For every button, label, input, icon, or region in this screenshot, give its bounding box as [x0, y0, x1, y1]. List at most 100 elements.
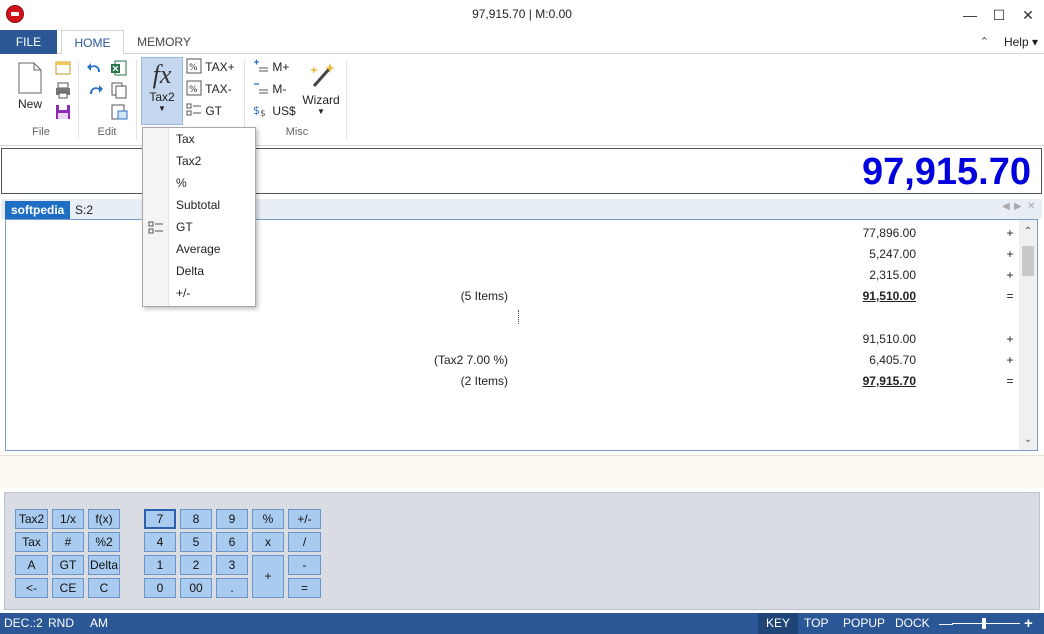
menu-item-gt[interactable]: GT [143, 216, 255, 238]
zoom-slider-thumb[interactable] [982, 618, 986, 629]
tape-note: (5 Items) [460, 289, 508, 303]
undo-icon[interactable] [86, 59, 104, 77]
currency-button[interactable]: $ $ US$ [253, 101, 296, 121]
key-function[interactable]: f(x) [88, 509, 120, 529]
close-icon[interactable]: ✕ [1013, 4, 1043, 26]
key-8[interactable]: 8 [180, 509, 212, 529]
key-a[interactable]: A [15, 555, 48, 575]
key-0[interactable]: 0 [144, 578, 176, 598]
menu-item-tax[interactable]: Tax [143, 128, 255, 150]
menu-item-average[interactable]: Average [143, 238, 255, 260]
tape-tab-softpedia[interactable]: softpedia [5, 201, 71, 219]
status-key[interactable]: KEY [758, 613, 799, 634]
key-percent2[interactable]: %2 [88, 532, 120, 552]
file-group-label: File [32, 126, 50, 138]
tape-value: 6,405.70 [869, 353, 916, 367]
key-1[interactable]: 1 [144, 555, 176, 575]
status-popup[interactable]: POPUP [843, 613, 885, 634]
gt-ribbon-button[interactable]: GT [186, 101, 222, 121]
new-button[interactable]: New [12, 58, 48, 122]
key-hash[interactable]: # [52, 532, 84, 552]
separator-dots [518, 310, 519, 324]
ribbon-tabs: FILE HOME MEMORY ⌃ Help ▾ [0, 30, 1044, 55]
key-2[interactable]: 2 [180, 555, 212, 575]
tab-memory[interactable]: MEMORY [130, 30, 198, 54]
menu-item-plus-minus[interactable]: +/- [143, 282, 255, 304]
group-separator [78, 60, 79, 140]
save-icon[interactable] [54, 103, 72, 121]
tape-note: (Tax2 7.00 %) [433, 353, 508, 367]
status-dock[interactable]: DOCK [895, 613, 930, 634]
menu-item-percent[interactable]: % [143, 172, 255, 194]
memory-plus-button[interactable]: M+ [253, 57, 289, 77]
key-clear[interactable]: C [88, 578, 120, 598]
key-reciprocal[interactable]: 1/x [52, 509, 84, 529]
key-tax2[interactable]: Tax2 [15, 509, 48, 529]
wizard-button[interactable]: Wizard ▼ [300, 58, 342, 126]
tax2-button[interactable]: fx Tax2 ▼ [141, 57, 183, 125]
tape-value: 2,315.00 [869, 268, 916, 282]
help-menu[interactable]: Help ▾ [1004, 30, 1038, 54]
key-4[interactable]: 4 [144, 532, 176, 552]
tab-home[interactable]: HOME [61, 30, 124, 55]
preview-icon[interactable] [110, 103, 128, 121]
key-multiply[interactable]: x [252, 532, 284, 552]
tape-value: 91,510.00 [862, 332, 916, 346]
print-icon[interactable] [54, 81, 72, 99]
key-3[interactable]: 3 [216, 555, 248, 575]
key-delta[interactable]: Delta [88, 555, 120, 575]
key-decimal[interactable]: . [216, 578, 248, 598]
excel-export-icon[interactable] [110, 59, 128, 77]
menu-item-subtotal[interactable]: Subtotal [143, 194, 255, 216]
tab-scroll-right-icon[interactable]: ▶ [1014, 201, 1022, 212]
menu-item-tax2[interactable]: Tax2 [143, 150, 255, 172]
misc-group-label: Misc [285, 126, 309, 138]
svg-text:%: % [189, 85, 198, 95]
key-plus-minus[interactable]: +/- [288, 509, 321, 529]
tape-scrollbar[interactable]: ⌃ ⌄ [1019, 220, 1037, 450]
status-rounding[interactable]: RND [48, 613, 74, 634]
scroll-thumb[interactable] [1022, 246, 1034, 276]
memory-minus-label: M- [272, 82, 287, 96]
copy-icon[interactable] [110, 81, 128, 99]
key-backspace[interactable]: <- [15, 578, 48, 598]
key-minus[interactable]: - [288, 555, 321, 575]
redo-icon[interactable] [86, 81, 104, 99]
display-value: 97,915.70 [861, 151, 1031, 193]
tape-tab-s2[interactable]: S:2 [75, 201, 93, 219]
tab-scroll-left-icon[interactable]: ◀ [1002, 201, 1010, 212]
tab-file[interactable]: FILE [0, 30, 57, 54]
key-5[interactable]: 5 [180, 532, 212, 552]
key-plus[interactable]: + [252, 555, 284, 598]
key-00[interactable]: 00 [180, 578, 212, 598]
wizard-label: Wizard [302, 93, 340, 107]
key-equals[interactable]: = [288, 578, 321, 598]
minimize-icon[interactable]: — [955, 4, 985, 26]
zoom-slider[interactable] [952, 623, 1020, 624]
key-9[interactable]: 9 [216, 509, 248, 529]
scroll-down-icon[interactable]: ⌄ [1019, 432, 1037, 448]
key-percent[interactable]: % [252, 509, 284, 529]
scroll-up-icon[interactable]: ⌃ [1019, 224, 1037, 240]
key-tax[interactable]: Tax [15, 532, 48, 552]
tab-close-icon[interactable]: ✕ [1027, 201, 1035, 212]
dropdown-caret-icon: ▼ [158, 104, 166, 113]
open-folder-icon[interactable] [54, 59, 72, 77]
key-6[interactable]: 6 [216, 532, 248, 552]
zoom-in-icon[interactable]: + [1024, 613, 1033, 634]
maximize-icon[interactable]: ☐ [984, 4, 1014, 26]
menu-item-delta[interactable]: Delta [143, 260, 255, 282]
tax-minus-button[interactable]: % TAX- [186, 79, 232, 99]
tax-plus-button[interactable]: % TAX+ [186, 57, 235, 77]
key-divide[interactable]: / [288, 532, 321, 552]
key-7[interactable]: 7 [144, 509, 176, 529]
percent-sheet-icon: % [186, 58, 202, 74]
zoom-out-icon[interactable]: — [939, 613, 953, 634]
key-clear-entry[interactable]: CE [52, 578, 84, 598]
status-am[interactable]: AM [90, 613, 108, 634]
key-gt[interactable]: GT [52, 555, 84, 575]
memory-minus-button[interactable]: M- [253, 79, 286, 99]
ribbon-collapse-icon[interactable]: ⌃ [980, 30, 989, 54]
status-top[interactable]: TOP [804, 613, 828, 634]
status-decimals[interactable]: DEC.:2 [4, 613, 43, 634]
